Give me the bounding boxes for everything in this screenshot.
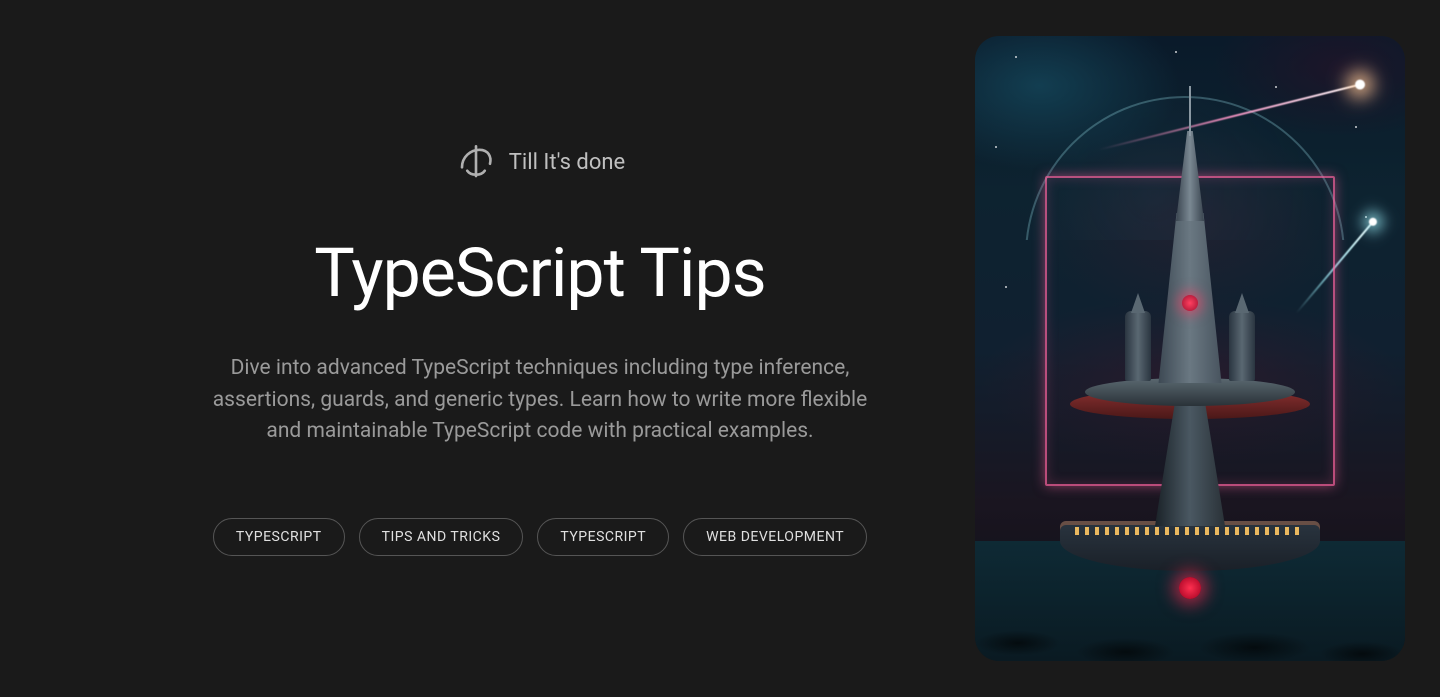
tag-tips-and-tricks[interactable]: TIPS AND TRICKS: [359, 518, 524, 556]
hero-illustration: [975, 36, 1405, 661]
brand: Till It's done: [455, 141, 625, 183]
tag-web-development[interactable]: WEB DEVELOPMENT: [683, 518, 867, 556]
page-description: Dive into advanced TypeScript techniques…: [210, 353, 870, 448]
page-title: TypeScript Tips: [314, 233, 766, 313]
tag-typescript-2[interactable]: TYPESCRIPT: [537, 518, 669, 556]
tag-typescript[interactable]: TYPESCRIPT: [213, 518, 345, 556]
brand-name: Till It's done: [509, 150, 625, 175]
content-column: Till It's done TypeScript Tips Dive into…: [35, 141, 975, 556]
brand-logo-icon: [455, 141, 497, 183]
tag-list: TYPESCRIPT TIPS AND TRICKS TYPESCRIPT WE…: [213, 518, 867, 556]
